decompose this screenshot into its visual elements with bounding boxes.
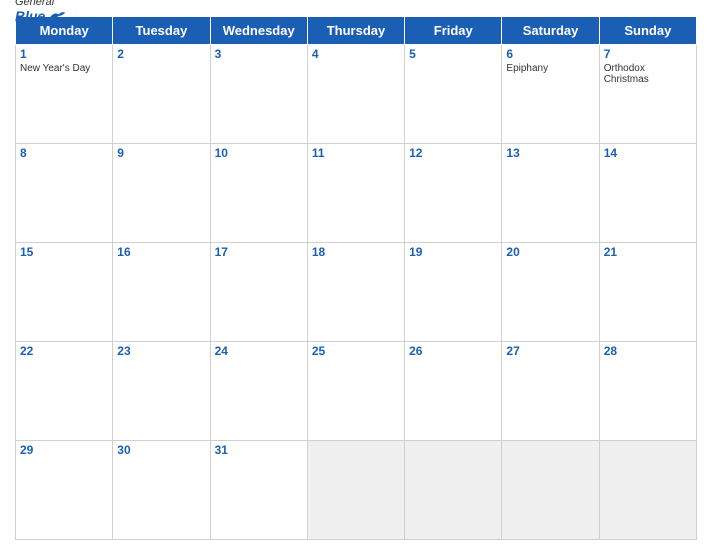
holiday-name: New Year's Day xyxy=(20,63,108,74)
day-number: 3 xyxy=(215,47,303,61)
day-number: 1 xyxy=(20,47,108,61)
day-number: 4 xyxy=(312,47,400,61)
day-number: 15 xyxy=(20,245,108,259)
day-number: 26 xyxy=(409,344,497,358)
day-number: 14 xyxy=(604,146,692,160)
weekday-header-row: MondayTuesdayWednesdayThursdayFridaySatu… xyxy=(16,17,697,45)
calendar-cell: 5 xyxy=(405,45,502,144)
calendar-cell: 16 xyxy=(113,243,210,342)
calendar-cell xyxy=(502,441,599,540)
calendar-week-5: 29 30 31 xyxy=(16,441,697,540)
day-number: 2 xyxy=(117,47,205,61)
calendar-cell: 26 xyxy=(405,342,502,441)
calendar-week-2: 89 10 11 12 13 14 xyxy=(16,144,697,243)
day-number: 12 xyxy=(409,146,497,160)
calendar-week-4: 22 23 24 25 26 27 28 xyxy=(16,342,697,441)
calendar-cell: 11 xyxy=(307,144,404,243)
calendar-cell: 1 New Year's Day xyxy=(16,45,113,144)
calendar-cell: 12 xyxy=(405,144,502,243)
calendar-cell: 27 xyxy=(502,342,599,441)
day-number: 22 xyxy=(20,344,108,358)
day-number: 10 xyxy=(215,146,303,160)
calendar-cell xyxy=(307,441,404,540)
day-number: 20 xyxy=(506,245,594,259)
holiday-name: Epiphany xyxy=(506,63,594,74)
day-number: 6 xyxy=(506,47,594,61)
day-number: 13 xyxy=(506,146,594,160)
calendar-cell: 9 xyxy=(113,144,210,243)
weekday-wednesday: Wednesday xyxy=(210,17,307,45)
calendar-week-1: 1 New Year's Day 23456 Epiphany 7 Orthodox Ch… xyxy=(16,45,697,144)
day-number: 31 xyxy=(215,443,303,457)
calendar-cell: 29 xyxy=(16,441,113,540)
calendar-cell: 6 Epiphany xyxy=(502,45,599,144)
calendar-cell: 3 xyxy=(210,45,307,144)
day-number: 11 xyxy=(312,146,400,160)
calendar-cell: 31 xyxy=(210,441,307,540)
weekday-friday: Friday xyxy=(405,17,502,45)
day-number: 27 xyxy=(506,344,594,358)
calendar-cell: 19 xyxy=(405,243,502,342)
day-number: 19 xyxy=(409,245,497,259)
calendar-week-3: 15 16 17 18 19 20 21 xyxy=(16,243,697,342)
day-number: 9 xyxy=(117,146,205,160)
logo-general-text: General xyxy=(15,0,67,8)
day-number: 5 xyxy=(409,47,497,61)
calendar-cell: 20 xyxy=(502,243,599,342)
calendar-cell: 2 xyxy=(113,45,210,144)
weekday-saturday: Saturday xyxy=(502,17,599,45)
logo-bird-icon xyxy=(47,9,67,23)
day-number: 24 xyxy=(215,344,303,358)
day-number: 7 xyxy=(604,47,692,61)
holiday-name: Orthodox Christmas xyxy=(604,63,692,85)
calendar-cell: 28 xyxy=(599,342,696,441)
day-number: 21 xyxy=(604,245,692,259)
day-number: 30 xyxy=(117,443,205,457)
day-number: 18 xyxy=(312,245,400,259)
day-number: 28 xyxy=(604,344,692,358)
calendar-cell: 10 xyxy=(210,144,307,243)
calendar-cell: 8 xyxy=(16,144,113,243)
calendar-cell: 24 xyxy=(210,342,307,441)
calendar-cell: 21 xyxy=(599,243,696,342)
calendar-cell: 7 Orthodox Christmas xyxy=(599,45,696,144)
day-number: 16 xyxy=(117,245,205,259)
day-number: 29 xyxy=(20,443,108,457)
calendar-cell: 4 xyxy=(307,45,404,144)
calendar-cell: 23 xyxy=(113,342,210,441)
day-number: 25 xyxy=(312,344,400,358)
day-number: 17 xyxy=(215,245,303,259)
calendar-cell xyxy=(405,441,502,540)
calendar-cell: 13 xyxy=(502,144,599,243)
logo: General Blue xyxy=(15,0,67,24)
calendar-cell: 18 xyxy=(307,243,404,342)
weekday-thursday: Thursday xyxy=(307,17,404,45)
calendar-cell: 15 xyxy=(16,243,113,342)
calendar-cell: 22 xyxy=(16,342,113,441)
weekday-tuesday: Tuesday xyxy=(113,17,210,45)
calendar-table: MondayTuesdayWednesdayThursdayFridaySatu… xyxy=(15,16,697,540)
calendar-cell: 17 xyxy=(210,243,307,342)
calendar-cell: 25 xyxy=(307,342,404,441)
calendar-cell: 14 xyxy=(599,144,696,243)
day-number: 23 xyxy=(117,344,205,358)
weekday-sunday: Sunday xyxy=(599,17,696,45)
calendar-cell: 30 xyxy=(113,441,210,540)
calendar-cell xyxy=(599,441,696,540)
day-number: 8 xyxy=(20,146,108,160)
logo-blue-text: Blue xyxy=(15,8,45,24)
